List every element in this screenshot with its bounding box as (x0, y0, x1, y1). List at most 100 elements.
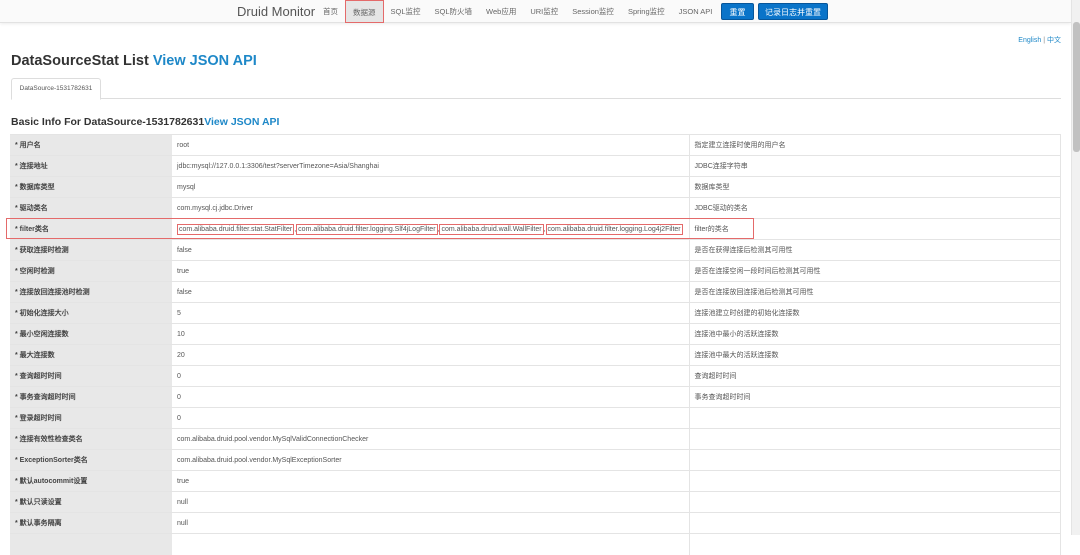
row-value: 0 (172, 407, 690, 429)
row-value: root (172, 134, 690, 156)
nav-item[interactable]: Spring监控 (621, 0, 672, 23)
scrollbar-thumb[interactable] (1073, 22, 1080, 152)
row-value: false (172, 239, 690, 261)
row-description: 是否在获得连接后检测其可用性 (689, 239, 1061, 261)
row-description: 是否在连接放回连接池后检测其可用性 (689, 281, 1061, 303)
filter-class: com.alibaba.druid.filter.stat.StatFilter (177, 223, 295, 235)
page-title: DataSourceStat List View JSON API (11, 53, 257, 69)
row-value: com.alibaba.druid.filter.stat.StatFilter… (172, 218, 690, 240)
row-label: * 查询超时时间 (10, 365, 172, 387)
language-switch: English | 中文 (1018, 35, 1061, 45)
filter-class: com.alibaba.druid.filter.logging.Slf4jLo… (296, 223, 438, 235)
page-title-text: DataSourceStat List (11, 53, 153, 69)
row-description (689, 533, 1061, 555)
table-row (10, 533, 1061, 555)
nav-item[interactable]: SQL监控 (384, 0, 428, 23)
row-description: 事务查询超时时间 (689, 386, 1061, 408)
row-label: * 数据库类型 (10, 176, 172, 198)
brand[interactable]: Druid Monitor (237, 4, 315, 19)
lang-english[interactable]: English (1018, 37, 1041, 44)
row-value: null (172, 491, 690, 513)
table-row: * ExceptionSorter类名 com.alibaba.druid.poo… (10, 449, 1061, 471)
table-row: * 查询超时时间 0 查询超时时间 (10, 365, 1061, 387)
table-row: * 连接有效性检查类名 com.alibaba.druid.pool.vendor… (10, 428, 1061, 450)
row-value: null (172, 512, 690, 534)
section-title: Basic Info For DataSource-1531782631View… (11, 116, 279, 128)
filter-class: com.alibaba.druid.filter.logging.Log4j2F… (545, 223, 683, 235)
nav-item[interactable]: 首页 (316, 0, 345, 23)
tab-datasource[interactable]: DataSource-1531782631 (11, 78, 101, 100)
row-label: * 获取连接时检测 (10, 239, 172, 261)
row-description: 连接池中最大的活跃连接数 (689, 344, 1061, 366)
row-label: * 默认autocommit设置 (10, 470, 172, 492)
row-label: * 登录超时时间 (10, 407, 172, 429)
row-description (689, 428, 1061, 450)
table-row: * 连接地址 jdbc:mysql://127.0.0.1:3306/test?s… (10, 155, 1061, 177)
row-label: * 初始化连接大小 (10, 302, 172, 324)
row-value: 0 (172, 386, 690, 408)
table-row: * 事务查询超时时间 0 事务查询超时时间 (10, 386, 1061, 408)
row-description: 数据库类型 (689, 176, 1061, 198)
row-description (689, 470, 1061, 492)
table-row: * 默认autocommit设置 true (10, 470, 1061, 492)
nav-item[interactable]: 数据源 (345, 0, 384, 23)
lang-chinese[interactable]: 中文 (1047, 37, 1061, 44)
row-description: filter的类名 (689, 218, 1061, 240)
row-value: com.mysql.cj.jdbc.Driver (172, 197, 690, 219)
scrollbar[interactable] (1071, 0, 1080, 535)
table-row: * 用户名 root 指定建立连接时使用的用户名 (10, 134, 1061, 156)
nav-item[interactable]: Web应用 (479, 0, 523, 23)
view-json-link[interactable]: View JSON API (153, 53, 257, 69)
row-description (689, 407, 1061, 429)
row-description: 连接池建立时创建的初始化连接数 (689, 302, 1061, 324)
row-value: jdbc:mysql://127.0.0.1:3306/test?serverT… (172, 155, 690, 177)
row-value: 5 (172, 302, 690, 324)
row-label: * 用户名 (10, 134, 172, 156)
row-value: false (172, 281, 690, 303)
row-label (10, 533, 172, 555)
table-row: * 默认只读设置 null (10, 491, 1061, 513)
row-label: * 默认只读设置 (10, 491, 172, 513)
table-row: * 默认事务隔离 null (10, 512, 1061, 534)
table-row: * 驱动类名 com.mysql.cj.jdbc.Driver JDBC驱动的类名 (10, 197, 1061, 219)
nav-menu: 首页 数据源 SQL监控 SQL防火墙 Web应用 URI监控 Session监控 Sprin… (316, 0, 719, 23)
row-description (689, 491, 1061, 513)
top-navbar: Druid Monitor 首页 数据源 SQL监控 SQL防火墙 Web应用 URI监控… (0, 0, 1071, 23)
table-row: * 初始化连接大小 5 连接池建立时创建的初始化连接数 (10, 302, 1061, 324)
datasource-tabs: DataSource-1531782631 (11, 78, 1061, 100)
log-reset-button[interactable]: 记录日志并重置 (758, 3, 828, 20)
row-label: * 连接地址 (10, 155, 172, 177)
table-row: * 连接放回连接池时检测 false 是否在连接放回连接池后检测其可用性 (10, 281, 1061, 303)
nav-item[interactable]: JSON API (672, 0, 720, 23)
filter-class: com.alibaba.druid.wall.WallFilter (439, 223, 544, 235)
table-row: * 最小空闲连接数 10 连接池中最小的活跃连接数 (10, 323, 1061, 345)
nav-item[interactable]: SQL防火墙 (428, 0, 480, 23)
section-json-link[interactable]: View JSON API (204, 116, 279, 128)
row-value: true (172, 470, 690, 492)
row-label: * filter类名 (10, 218, 172, 240)
row-label: * 连接有效性检查类名 (10, 428, 172, 450)
basic-info-table: * 用户名 root 指定建立连接时使用的用户名 * 连接地址 jdbc:mysql:/… (10, 134, 1061, 555)
row-value: com.alibaba.druid.pool.vendor.MySqlValid… (172, 428, 690, 450)
lang-separator: | (1043, 37, 1046, 44)
row-label: * 空闲时检测 (10, 260, 172, 282)
table-row: * 获取连接时检测 false 是否在获得连接后检测其可用性 (10, 239, 1061, 261)
row-description (689, 512, 1061, 534)
row-description: JDBC驱动的类名 (689, 197, 1061, 219)
table-row: * 登录超时时间 0 (10, 407, 1061, 429)
row-value (172, 533, 690, 555)
row-value: 10 (172, 323, 690, 345)
row-label: * 默认事务隔离 (10, 512, 172, 534)
row-label: * 驱动类名 (10, 197, 172, 219)
row-value: mysql (172, 176, 690, 198)
nav-item[interactable]: URI监控 (523, 0, 565, 23)
nav-item[interactable]: Session监控 (565, 0, 621, 23)
row-description: 指定建立连接时使用的用户名 (689, 134, 1061, 156)
row-value: 20 (172, 344, 690, 366)
table-row: * filter类名 com.alibaba.druid.filter.stat.… (10, 218, 1061, 240)
row-label: * ExceptionSorter类名 (10, 449, 172, 471)
reset-button[interactable]: 重置 (721, 3, 754, 20)
section-title-text: Basic Info For DataSource-1531782631 (11, 116, 205, 128)
table-row: * 空闲时检测 true 是否在连接空闲一段时间后检测其可用性 (10, 260, 1061, 282)
row-label: * 最大连接数 (10, 344, 172, 366)
